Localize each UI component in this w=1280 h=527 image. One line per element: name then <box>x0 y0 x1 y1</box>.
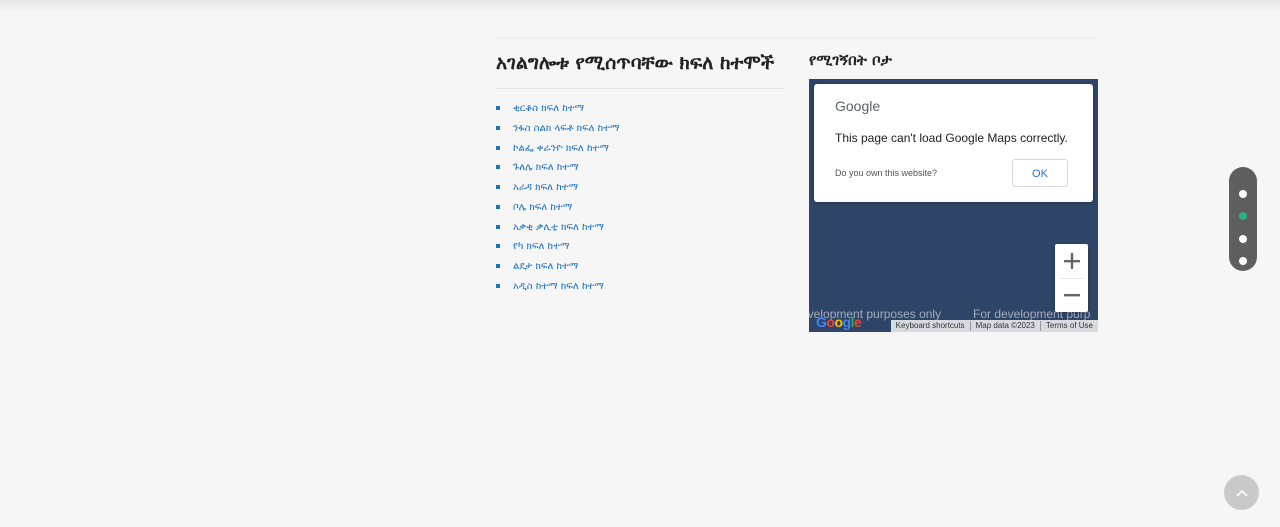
district-link[interactable]: አዲስ ከተማ ክፍለ ከተማ <box>513 281 604 292</box>
google-logo: Google <box>835 98 881 114</box>
district-link[interactable]: ቦሌ ክፍለ ከተማ <box>513 202 572 213</box>
list-item: አራዳ ክፍለ ከተማ <box>496 178 784 198</box>
header-shadow <box>0 0 1280 12</box>
map-google-logo: Google <box>816 314 862 330</box>
district-link[interactable]: አቃቂ ቃሊቲ ክፍለ ከተማ <box>513 222 604 233</box>
terms-of-use-link[interactable]: Terms of Use <box>1039 321 1098 331</box>
service-districts-section: አገልግሎቱ የሚሰጥባቸው ክፍለ ከተሞች ቂርቆስ ክፍለ ከተማ ንፋስ… <box>496 46 784 297</box>
own-website-link[interactable]: Do you own this website? <box>835 168 937 178</box>
nav-dot-4[interactable] <box>1239 257 1247 265</box>
list-item: አዲስ ከተማ ክፍለ ከተማ <box>496 277 784 297</box>
district-link[interactable]: የካ ክፍለ ከተማ <box>513 241 569 252</box>
list-item: ጉለሌ ክፍለ ከተማ <box>496 158 784 178</box>
heading-divider <box>496 88 784 89</box>
section-divider <box>496 37 1098 38</box>
bullet-icon <box>496 185 500 189</box>
location-heading: የሚገኝበት ቦታ <box>809 51 892 69</box>
chevron-up-icon <box>1235 489 1248 497</box>
list-item: ንፋስ ስልክ ላፍቶ ክፍለ ከተማ <box>496 119 784 139</box>
nav-dot-2-active[interactable] <box>1239 212 1247 220</box>
services-heading: አገልግሎቱ የሚሰጥባቸው ክፍለ ከተሞች <box>496 52 775 74</box>
bullet-icon <box>496 106 500 110</box>
bullet-icon <box>496 165 500 170</box>
zoom-divider <box>1060 278 1083 279</box>
location-section: የሚገኝበት ቦታ evelopment purposes only For d… <box>809 46 1098 332</box>
zoom-in-button[interactable] <box>1055 244 1088 278</box>
zoom-out-button[interactable] <box>1055 278 1088 312</box>
zoom-control <box>1055 244 1088 312</box>
nav-dot-1[interactable] <box>1239 190 1247 198</box>
district-link[interactable]: ጉለሌ ክፍለ ከተማ <box>513 162 579 173</box>
list-item: ኮልፌ ቀራንዮ ክፍለ ከተማ <box>496 139 784 159</box>
list-item: ልደታ ክፍለ ከተማ <box>496 257 784 277</box>
map-data-label: Map data ©2023 <box>969 321 1040 331</box>
list-item: ቦሌ ክፍለ ከተማ <box>496 198 784 218</box>
bullet-icon <box>496 283 500 288</box>
district-link[interactable]: አራዳ ክፍለ ከተማ <box>513 182 578 193</box>
district-link[interactable]: ኮልፌ ቀራንዮ ክፍለ ከተማ <box>513 143 609 154</box>
back-to-top-button[interactable] <box>1224 475 1259 510</box>
list-item: አቃቂ ቃሊቲ ክፍለ ከተማ <box>496 218 784 238</box>
district-list: ቂርቆስ ክፍለ ከተማ ንፋስ ስልክ ላፍቶ ክፍለ ከተማ ኮልፌ ቀራን… <box>496 99 784 297</box>
list-item: የካ ክፍለ ከተማ <box>496 237 784 257</box>
plus-icon <box>1063 253 1080 269</box>
ok-button[interactable]: OK <box>1012 159 1068 187</box>
district-link[interactable]: ንፋስ ስልክ ላፍቶ ክፍለ ከተማ <box>513 123 620 134</box>
map-footer: Keyboard shortcuts Map data ©2023 Terms … <box>890 320 1098 332</box>
map-error-message: This page can't load Google Maps correct… <box>835 131 1068 145</box>
bullet-icon <box>496 204 500 209</box>
google-map-embed[interactable]: evelopment purposes only For development… <box>809 79 1098 332</box>
map-error-dialog: Google This page can't load Google Maps … <box>814 84 1093 202</box>
bullet-icon <box>496 244 500 249</box>
nav-dot-3[interactable] <box>1239 235 1247 243</box>
keyboard-shortcuts-link[interactable]: Keyboard shortcuts <box>891 321 970 331</box>
bullet-icon <box>496 224 500 229</box>
district-link[interactable]: ቂርቆስ ክፍለ ከተማ <box>513 103 584 114</box>
bullet-icon <box>496 145 500 150</box>
bullet-icon <box>496 264 500 268</box>
bullet-icon <box>496 125 500 130</box>
section-dot-navigation <box>1229 167 1257 271</box>
minus-icon <box>1063 294 1080 297</box>
list-item: ቂርቆስ ክፍለ ከተማ <box>496 99 784 119</box>
district-link[interactable]: ልደታ ክፍለ ከተማ <box>513 261 578 272</box>
